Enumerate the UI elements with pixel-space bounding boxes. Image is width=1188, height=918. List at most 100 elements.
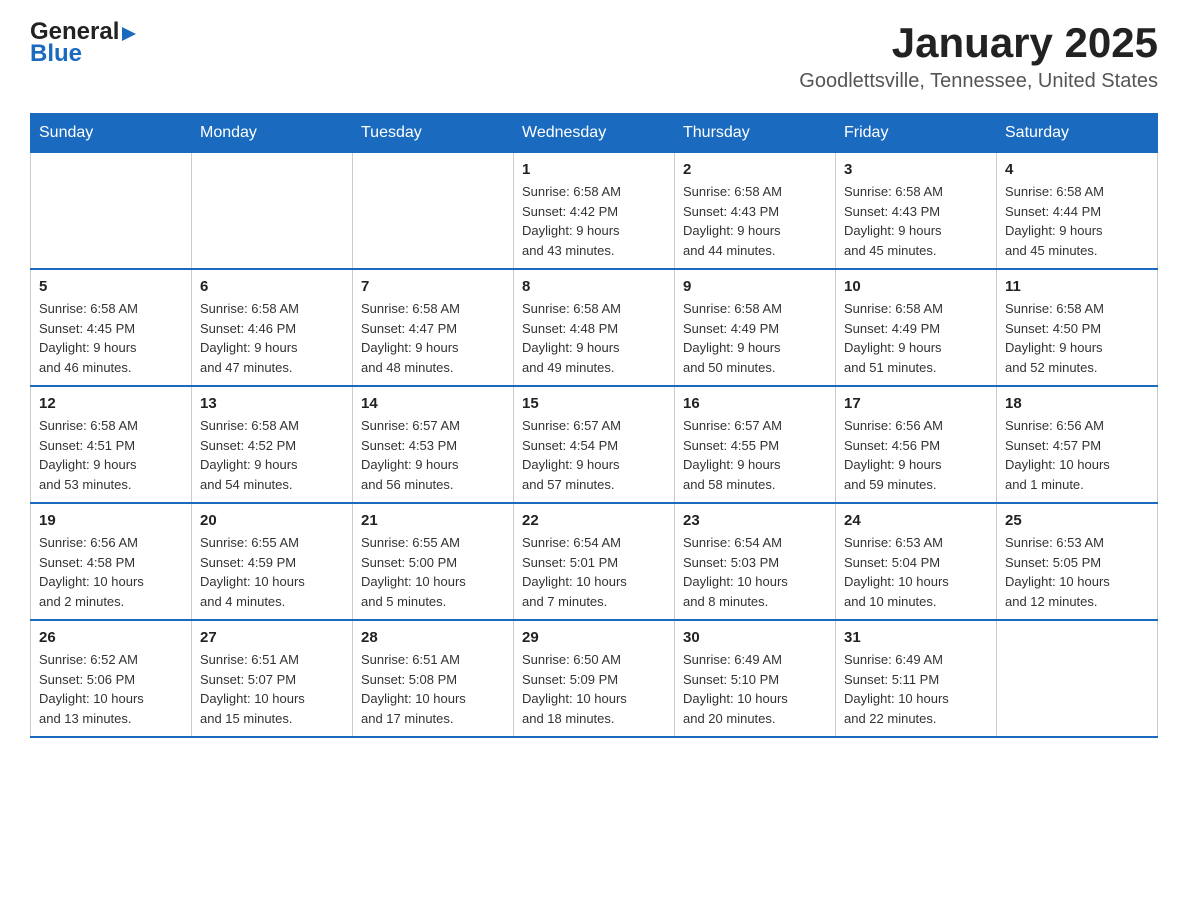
day-info: Sunrise: 6:58 AM Sunset: 4:48 PM Dayligh… [522, 299, 666, 377]
calendar-week-row: 1Sunrise: 6:58 AM Sunset: 4:42 PM Daylig… [31, 153, 1158, 270]
calendar-day-header: Wednesday [514, 114, 675, 153]
calendar-week-row: 26 Sunrise: 6:52 AM Sunset: 5:06 PM Dayli… [31, 620, 1158, 737]
calendar-day-cell: 27Sunrise: 6:51 AM Sunset: 5:07 PM Dayli… [192, 620, 353, 737]
day-number: 23 [683, 512, 827, 529]
day-info: Sunrise: 6:57 AM Sunset: 4:55 PM Dayligh… [683, 416, 827, 494]
day-info: Sunrise: 6:51 AM Sunset: 5:08 PM Dayligh… [361, 650, 505, 728]
day-number: 17 [844, 395, 988, 412]
day-info: Sunrise: 6:58 AM Sunset: 4:43 PM Dayligh… [844, 182, 988, 260]
calendar-day-cell: 31Sunrise: 6:49 AM Sunset: 5:11 PM Dayli… [836, 620, 997, 737]
calendar-day-cell: 16 Sunrise: 6:57 AM Sunset: 4:55 PM Dayli… [675, 386, 836, 503]
day-info: Sunrise: 6:58 AM Sunset: 4:46 PM Dayligh… [200, 299, 344, 377]
calendar-day-cell: 14 Sunrise: 6:57 AM Sunset: 4:53 PM Dayli… [353, 386, 514, 503]
day-info: Sunrise: 6:58 AM Sunset: 4:52 PM Dayligh… [200, 416, 344, 494]
day-info: Sunrise: 6:58 AM Sunset: 4:45 PM Dayligh… [39, 299, 183, 377]
day-number: 18 [1005, 395, 1149, 412]
calendar-day-cell: 1Sunrise: 6:58 AM Sunset: 4:42 PM Daylig… [514, 153, 675, 270]
day-number: 6 [200, 278, 344, 295]
logo-blue-text: Blue [30, 42, 136, 66]
day-info: Sunrise: 6:49 AM Sunset: 5:10 PM Dayligh… [683, 650, 827, 728]
day-number: 19 [39, 512, 183, 529]
calendar-day-cell: 30 Sunrise: 6:49 AM Sunset: 5:10 PM Dayli… [675, 620, 836, 737]
day-info: Sunrise: 6:57 AM Sunset: 4:53 PM Dayligh… [361, 416, 505, 494]
day-info: Sunrise: 6:56 AM Sunset: 4:58 PM Dayligh… [39, 533, 183, 611]
day-info: Sunrise: 6:53 AM Sunset: 5:04 PM Dayligh… [844, 533, 988, 611]
day-info: Sunrise: 6:58 AM Sunset: 4:44 PM Dayligh… [1005, 182, 1149, 260]
day-number: 24 [844, 512, 988, 529]
day-number: 2 [683, 161, 827, 178]
calendar-day-cell: 12 Sunrise: 6:58 AM Sunset: 4:51 PM Dayli… [31, 386, 192, 503]
day-number: 7 [361, 278, 505, 295]
calendar-week-row: 12 Sunrise: 6:58 AM Sunset: 4:51 PM Dayli… [31, 386, 1158, 503]
calendar-day-cell: 15 Sunrise: 6:57 AM Sunset: 4:54 PM Dayli… [514, 386, 675, 503]
calendar-header-row: SundayMondayTuesdayWednesdayThursdayFrid… [31, 114, 1158, 153]
calendar-day-cell: 23Sunrise: 6:54 AM Sunset: 5:03 PM Dayli… [675, 503, 836, 620]
calendar-day-cell: 20 Sunrise: 6:55 AM Sunset: 4:59 PM Dayli… [192, 503, 353, 620]
calendar-week-row: 5 Sunrise: 6:58 AM Sunset: 4:45 PM Daylig… [31, 269, 1158, 386]
day-number: 26 [39, 629, 183, 646]
day-number: 11 [1005, 278, 1149, 295]
calendar-day-cell: 29 Sunrise: 6:50 AM Sunset: 5:09 PM Dayli… [514, 620, 675, 737]
calendar-day-header: Tuesday [353, 114, 514, 153]
calendar-day-cell: 28 Sunrise: 6:51 AM Sunset: 5:08 PM Dayli… [353, 620, 514, 737]
day-info: Sunrise: 6:57 AM Sunset: 4:54 PM Dayligh… [522, 416, 666, 494]
calendar-day-cell: 8Sunrise: 6:58 AM Sunset: 4:48 PM Daylig… [514, 269, 675, 386]
day-number: 5 [39, 278, 183, 295]
day-info: Sunrise: 6:58 AM Sunset: 4:49 PM Dayligh… [844, 299, 988, 377]
day-number: 4 [1005, 161, 1149, 178]
calendar-day-cell: 25 Sunrise: 6:53 AM Sunset: 5:05 PM Dayli… [997, 503, 1158, 620]
page-title: January 2025 [799, 20, 1158, 66]
day-info: Sunrise: 6:52 AM Sunset: 5:06 PM Dayligh… [39, 650, 183, 728]
calendar-day-cell: 5 Sunrise: 6:58 AM Sunset: 4:45 PM Daylig… [31, 269, 192, 386]
day-info: Sunrise: 6:58 AM Sunset: 4:50 PM Dayligh… [1005, 299, 1149, 377]
day-number: 3 [844, 161, 988, 178]
calendar-day-cell: 4 Sunrise: 6:58 AM Sunset: 4:44 PM Daylig… [997, 153, 1158, 270]
calendar-day-cell: 13 Sunrise: 6:58 AM Sunset: 4:52 PM Dayli… [192, 386, 353, 503]
day-info: Sunrise: 6:55 AM Sunset: 4:59 PM Dayligh… [200, 533, 344, 611]
day-number: 28 [361, 629, 505, 646]
calendar-day-header: Thursday [675, 114, 836, 153]
calendar-day-cell: 2 Sunrise: 6:58 AM Sunset: 4:43 PM Daylig… [675, 153, 836, 270]
page-subtitle: Goodlettsville, Tennessee, United States [799, 70, 1158, 93]
calendar-day-cell: 11 Sunrise: 6:58 AM Sunset: 4:50 PM Dayli… [997, 269, 1158, 386]
day-number: 9 [683, 278, 827, 295]
day-info: Sunrise: 6:50 AM Sunset: 5:09 PM Dayligh… [522, 650, 666, 728]
day-number: 15 [522, 395, 666, 412]
calendar-day-header: Friday [836, 114, 997, 153]
day-number: 14 [361, 395, 505, 412]
day-info: Sunrise: 6:55 AM Sunset: 5:00 PM Dayligh… [361, 533, 505, 611]
day-number: 22 [522, 512, 666, 529]
day-info: Sunrise: 6:51 AM Sunset: 5:07 PM Dayligh… [200, 650, 344, 728]
day-number: 29 [522, 629, 666, 646]
calendar-day-cell [353, 153, 514, 270]
calendar-day-cell: 10Sunrise: 6:58 AM Sunset: 4:49 PM Dayli… [836, 269, 997, 386]
day-info: Sunrise: 6:58 AM Sunset: 4:43 PM Dayligh… [683, 182, 827, 260]
calendar-day-cell: 18Sunrise: 6:56 AM Sunset: 4:57 PM Dayli… [997, 386, 1158, 503]
day-number: 30 [683, 629, 827, 646]
day-number: 20 [200, 512, 344, 529]
calendar-day-cell: 17 Sunrise: 6:56 AM Sunset: 4:56 PM Dayli… [836, 386, 997, 503]
calendar-week-row: 19 Sunrise: 6:56 AM Sunset: 4:58 PM Dayli… [31, 503, 1158, 620]
calendar-day-header: Saturday [997, 114, 1158, 153]
calendar-day-cell: 22Sunrise: 6:54 AM Sunset: 5:01 PM Dayli… [514, 503, 675, 620]
day-info: Sunrise: 6:58 AM Sunset: 4:47 PM Dayligh… [361, 299, 505, 377]
day-number: 21 [361, 512, 505, 529]
day-number: 25 [1005, 512, 1149, 529]
day-number: 16 [683, 395, 827, 412]
calendar-day-cell: 3 Sunrise: 6:58 AM Sunset: 4:43 PM Daylig… [836, 153, 997, 270]
calendar-day-header: Sunday [31, 114, 192, 153]
calendar: SundayMondayTuesdayWednesdayThursdayFrid… [30, 113, 1158, 738]
day-number: 13 [200, 395, 344, 412]
calendar-day-cell [31, 153, 192, 270]
calendar-day-cell [997, 620, 1158, 737]
day-number: 1 [522, 161, 666, 178]
logo-triangle-icon [122, 27, 136, 41]
day-info: Sunrise: 6:53 AM Sunset: 5:05 PM Dayligh… [1005, 533, 1149, 611]
calendar-day-cell: 7 Sunrise: 6:58 AM Sunset: 4:47 PM Daylig… [353, 269, 514, 386]
calendar-day-cell [192, 153, 353, 270]
day-info: Sunrise: 6:56 AM Sunset: 4:56 PM Dayligh… [844, 416, 988, 494]
day-number: 31 [844, 629, 988, 646]
calendar-day-cell: 21 Sunrise: 6:55 AM Sunset: 5:00 PM Dayli… [353, 503, 514, 620]
day-info: Sunrise: 6:58 AM Sunset: 4:51 PM Dayligh… [39, 416, 183, 494]
day-number: 12 [39, 395, 183, 412]
